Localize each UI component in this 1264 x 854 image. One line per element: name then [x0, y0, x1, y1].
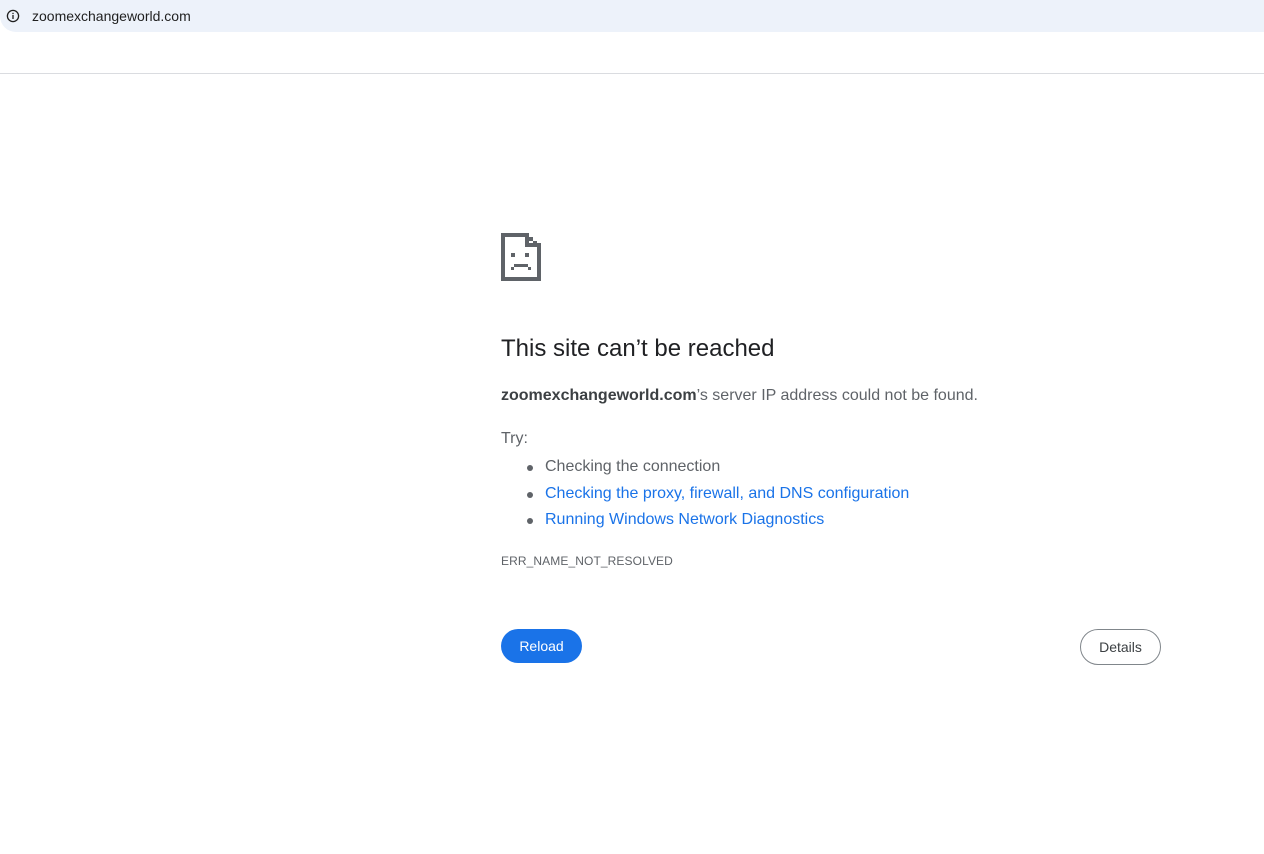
try-label: Try: — [501, 430, 528, 447]
sad-page-icon — [501, 233, 541, 281]
suggestion-item: Checking the connection — [526, 454, 909, 481]
suggestion-check-proxy-link[interactable]: Checking the proxy, firewall, and DNS co… — [545, 485, 909, 502]
error-host: zoomexchangeworld.com — [501, 387, 697, 404]
address-bar[interactable]: zoomexchangeworld.com — [0, 0, 1264, 32]
reload-button[interactable]: Reload — [501, 629, 582, 663]
toolbar-divider — [0, 73, 1264, 74]
error-message-suffix: ’s server IP address could not be found. — [696, 387, 978, 404]
details-button[interactable]: Details — [1080, 629, 1161, 665]
info-icon[interactable] — [6, 9, 20, 23]
error-message: zoomexchangeworld.com’s server IP addres… — [501, 385, 978, 407]
suggestion-item: Checking the proxy, firewall, and DNS co… — [526, 481, 909, 508]
error-heading: This site can’t be reached — [501, 335, 775, 362]
suggestion-check-connection: Checking the connection — [545, 458, 721, 475]
suggestions-list: Checking the connection Checking the pro… — [501, 454, 909, 534]
suggestion-network-diagnostics-link[interactable]: Running Windows Network Diagnostics — [545, 511, 824, 528]
error-code: ERR_NAME_NOT_RESOLVED — [501, 554, 673, 568]
url-text[interactable]: zoomexchangeworld.com — [32, 7, 191, 25]
suggestion-item: Running Windows Network Diagnostics — [526, 507, 909, 534]
